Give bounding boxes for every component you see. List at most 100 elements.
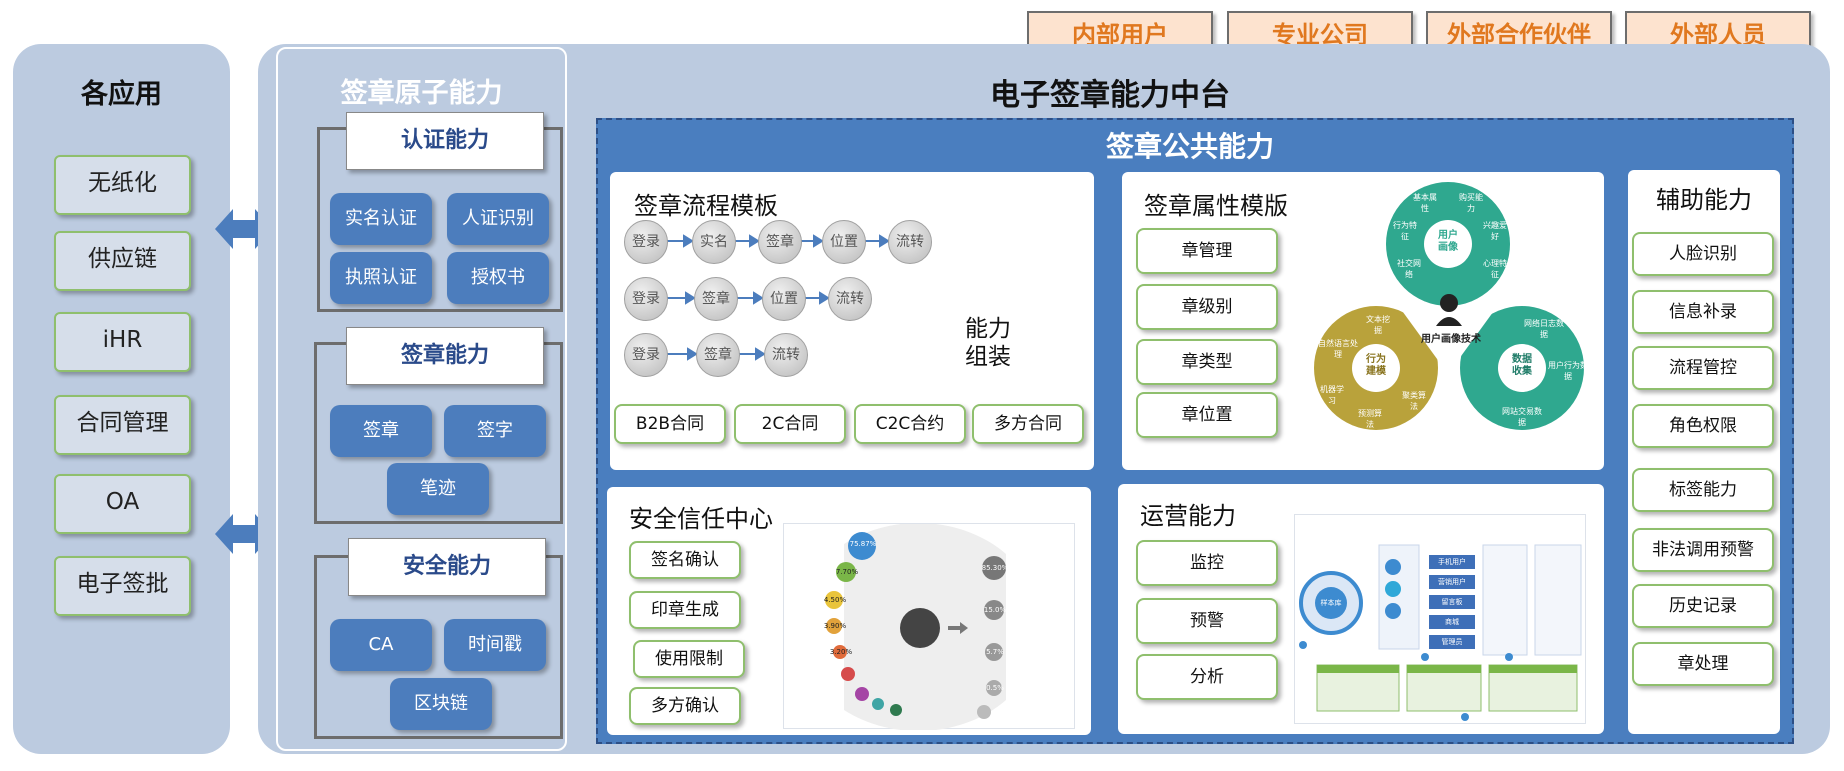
contract-2c-button[interactable]: 2C合同 bbox=[734, 404, 846, 444]
contract-c2c-button[interactable]: C2C合约 bbox=[854, 404, 966, 444]
app-item-approval[interactable]: 电子签批 bbox=[54, 556, 191, 616]
app-item-paperless[interactable]: 无纸化 bbox=[54, 155, 191, 215]
ops-warning-button[interactable]: 预警 bbox=[1136, 598, 1278, 644]
apps-panel: 各应用 无纸化 供应链 iHR 合同管理 OA 电子签批 bbox=[13, 44, 230, 754]
ops-dash-label: 手机用户 bbox=[1438, 558, 1466, 566]
trust-sign-confirm-button[interactable]: 签名确认 bbox=[629, 541, 741, 579]
security-blockchain-button[interactable]: 区块链 bbox=[390, 678, 492, 730]
sign-handwriting-button[interactable]: 笔迹 bbox=[387, 463, 489, 515]
assembly-label-line1: 能力 bbox=[965, 316, 1011, 342]
profile-center-label: 用户画像技术 bbox=[1421, 334, 1481, 345]
auth-face-button[interactable]: 人证识别 bbox=[447, 193, 549, 245]
trust-seal-generate-button[interactable]: 印章生成 bbox=[629, 591, 741, 629]
flow-node: 签章 bbox=[694, 277, 738, 321]
trust-value: 5.7% bbox=[986, 648, 1004, 656]
trust-value: 3.90% bbox=[823, 622, 847, 630]
ops-monitor-button[interactable]: 监控 bbox=[1136, 540, 1278, 586]
app-item-ihr[interactable]: iHR bbox=[54, 312, 191, 372]
petal-label: 社交网络 bbox=[1397, 259, 1421, 279]
trust-title: 安全信任中心 bbox=[629, 505, 773, 533]
profile-left-label: 行为建模 bbox=[1366, 354, 1386, 377]
petal-label: 自然语言处理 bbox=[1318, 339, 1358, 359]
ops-dash-label: 营销用户 bbox=[1438, 578, 1466, 586]
petal-label: 兴趣爱好 bbox=[1483, 221, 1507, 241]
attr-seal-type-button[interactable]: 章类型 bbox=[1136, 339, 1278, 385]
petal-label: 聚类算法 bbox=[1402, 391, 1426, 411]
flow-node: 流转 bbox=[764, 333, 808, 377]
aux-face-button[interactable]: 人脸识别 bbox=[1632, 232, 1774, 276]
security-timestamp-button[interactable]: 时间戳 bbox=[444, 619, 546, 671]
auth-license-button[interactable]: 执照认证 bbox=[330, 252, 432, 304]
petal-label: 心理特征 bbox=[1483, 259, 1507, 279]
attr-title: 签章属性模版 bbox=[1144, 192, 1288, 220]
apps-title: 各应用 bbox=[81, 79, 162, 110]
app-item-oa[interactable]: OA bbox=[54, 474, 191, 534]
trust-usage-limit-button[interactable]: 使用限制 bbox=[633, 640, 745, 678]
app-item-supply-chain[interactable]: 供应链 bbox=[54, 231, 191, 291]
petal-label: 购买能力 bbox=[1459, 193, 1483, 213]
platform-title: 电子签章能力中台 bbox=[990, 78, 1230, 113]
flow-node: 登录 bbox=[624, 277, 668, 321]
flow-node: 登录 bbox=[624, 220, 668, 264]
flow-node: 签章 bbox=[758, 220, 802, 264]
contract-b2b-button[interactable]: B2B合同 bbox=[614, 404, 726, 444]
flow-node: 实名 bbox=[692, 220, 736, 264]
petal-label: 文本挖掘 bbox=[1366, 315, 1390, 335]
aux-process-button[interactable]: 流程管控 bbox=[1632, 346, 1774, 390]
contract-multi-button[interactable]: 多方合同 bbox=[972, 404, 1084, 444]
attr-seal-position-button[interactable]: 章位置 bbox=[1136, 392, 1278, 438]
flow-node: 签章 bbox=[696, 333, 740, 377]
aux-tag-button[interactable]: 标签能力 bbox=[1632, 468, 1774, 512]
trust-multi-confirm-button[interactable]: 多方确认 bbox=[629, 687, 741, 725]
sign-signature-button[interactable]: 签字 bbox=[444, 405, 546, 457]
trust-value: 3.20% bbox=[829, 648, 853, 656]
petal-label: 基本属性 bbox=[1413, 193, 1437, 213]
aux-card: 辅助能力 人脸识别 信息补录 流程管控 角色权限 标签能力 非法调用预警 历史记… bbox=[1628, 170, 1780, 734]
aux-seal-process-button[interactable]: 章处理 bbox=[1632, 642, 1774, 686]
auth-realname-button[interactable]: 实名认证 bbox=[330, 193, 432, 245]
trust-value: 75.87% bbox=[849, 540, 877, 548]
attr-seal-manage-button[interactable]: 章管理 bbox=[1136, 228, 1278, 274]
trust-card: 安全信任中心 签名确认 印章生成 使用限制 多方确认 75.87% 7.70% … bbox=[607, 487, 1091, 735]
flow-node: 位置 bbox=[762, 277, 806, 321]
ops-card: 运营能力 监控 预警 分析 样本库 手机用户 营销用户 留言板 商城 管理员 bbox=[1118, 484, 1604, 734]
flow-node: 登录 bbox=[624, 333, 668, 377]
petal-label: 行为特征 bbox=[1393, 221, 1417, 241]
aux-role-button[interactable]: 角色权限 bbox=[1632, 404, 1774, 448]
trust-value: 15.0% bbox=[983, 606, 1007, 614]
flow-node: 流转 bbox=[888, 220, 932, 264]
auth-authorization-button[interactable]: 授权书 bbox=[447, 252, 549, 304]
ops-dash-label: 留言板 bbox=[1441, 598, 1463, 606]
aux-history-button[interactable]: 历史记录 bbox=[1632, 584, 1774, 628]
public-title: 签章公共能力 bbox=[1105, 130, 1274, 163]
sign-seal-button[interactable]: 签章 bbox=[330, 405, 432, 457]
ops-title: 运营能力 bbox=[1140, 502, 1236, 530]
profile-right-label: 数据收集 bbox=[1512, 354, 1532, 377]
trust-value: 7.70% bbox=[835, 568, 859, 576]
attr-card: 签章属性模版 章管理 章级别 章类型 章位置 用户画像技术 用户画像 行为建模 … bbox=[1122, 172, 1604, 470]
assembly-label-line2: 组装 bbox=[965, 344, 1011, 370]
profile-top-label: 用户画像 bbox=[1438, 230, 1458, 253]
petal-label: 网站交易数据 bbox=[1502, 407, 1542, 427]
aux-title: 辅助能力 bbox=[1656, 186, 1752, 214]
user-profile-icon bbox=[1436, 294, 1462, 326]
attr-seal-level-button[interactable]: 章级别 bbox=[1136, 284, 1278, 330]
trust-value: 4.50% bbox=[823, 596, 847, 604]
user-profile-diagram: 用户画像技术 用户画像 行为建模 数据收集 基本属性 购买能力 兴趣爱好 心理特… bbox=[1300, 178, 1598, 446]
ops-dash-label: 管理员 bbox=[1441, 638, 1463, 646]
trust-value: 85.30% bbox=[981, 564, 1009, 572]
petal-label: 用户行为数据 bbox=[1548, 361, 1588, 381]
aux-warning-button[interactable]: 非法调用预警 bbox=[1632, 528, 1774, 572]
trust-value: 0.5% bbox=[986, 684, 1004, 692]
aux-info-button[interactable]: 信息补录 bbox=[1632, 290, 1774, 334]
petal-label: 机器学习 bbox=[1320, 385, 1344, 405]
assembly-label: 能力 组装 bbox=[965, 315, 1011, 371]
ops-dashboard: 样本库 手机用户 营销用户 留言板 商城 管理员 bbox=[1294, 514, 1586, 724]
flow-node: 流转 bbox=[828, 277, 872, 321]
ops-analysis-button[interactable]: 分析 bbox=[1136, 654, 1278, 700]
petal-label: 预测算法 bbox=[1358, 409, 1382, 429]
petal-label: 网络日志数据 bbox=[1524, 319, 1564, 339]
app-item-contract[interactable]: 合同管理 bbox=[54, 395, 191, 455]
security-ca-button[interactable]: CA bbox=[330, 619, 432, 671]
flow-node: 位置 bbox=[822, 220, 866, 264]
